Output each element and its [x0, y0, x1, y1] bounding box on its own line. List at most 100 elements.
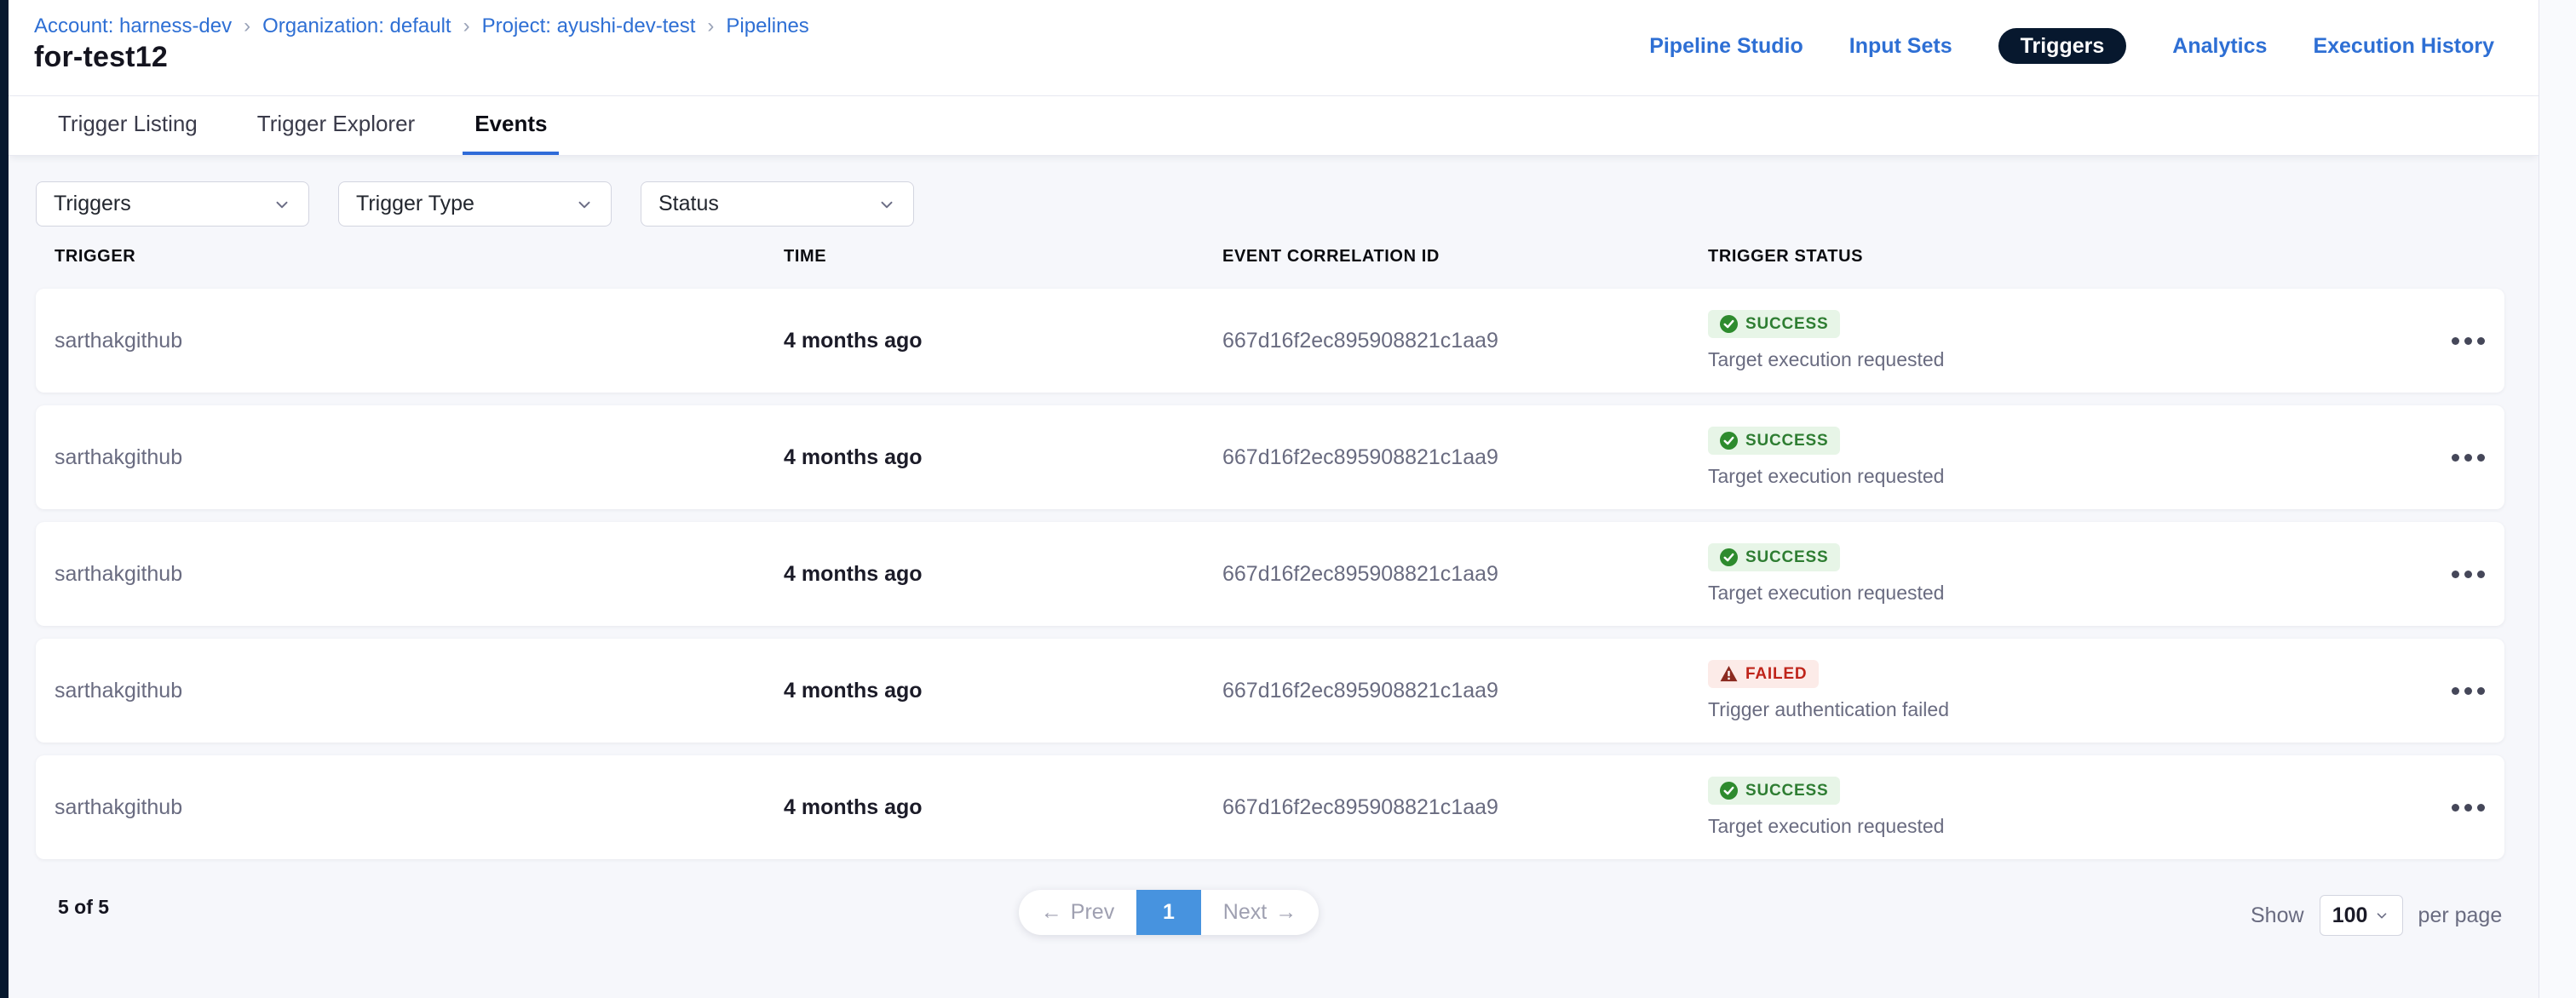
column-header-trigger-status: TRIGGER STATUS	[1708, 247, 2431, 267]
event-correlation-id: 667d16f2ec895908821c1aa9	[1222, 445, 1708, 470]
trigger-name: sarthakgithub	[55, 795, 784, 820]
trigger-status-cell: SUCCESS Target execution requested	[1708, 427, 2431, 488]
ellipsis-icon	[2452, 337, 2459, 345]
nav-input-sets[interactable]: Input Sets	[1849, 28, 1952, 64]
scrollbar-gutter[interactable]	[2539, 0, 2576, 998]
ellipsis-icon	[2477, 337, 2485, 345]
status-message: Target execution requested	[1708, 582, 1944, 605]
event-correlation-id: 667d16f2ec895908821c1aa9	[1222, 795, 1708, 820]
chevron-down-icon	[2374, 908, 2389, 923]
trigger-name: sarthakgithub	[55, 329, 784, 353]
tab-events[interactable]: Events	[463, 96, 559, 155]
breadcrumb-account-link[interactable]: Account: harness-dev	[34, 14, 232, 38]
breadcrumb: Account: harness-dev › Organization: def…	[34, 14, 809, 38]
events-table-body: sarthakgithub 4 months ago 667d16f2ec895…	[36, 289, 2504, 872]
row-actions-menu-button[interactable]	[2431, 289, 2504, 393]
ellipsis-icon	[2452, 804, 2459, 812]
ellipsis-icon	[2477, 804, 2485, 812]
status-badge: SUCCESS	[1708, 427, 1840, 455]
ellipsis-icon	[2452, 687, 2459, 695]
triggers-filter-label: Triggers	[54, 192, 131, 216]
event-time: 4 months ago	[784, 445, 1222, 470]
trigger-tabs: Trigger Listing Trigger Explorer Events	[9, 96, 2539, 156]
status-label: SUCCESS	[1745, 548, 1828, 567]
trigger-status-cell: SUCCESS Target execution requested	[1708, 543, 2431, 605]
success-check-icon	[1720, 432, 1738, 450]
nav-triggers[interactable]: Triggers	[1998, 28, 2127, 64]
tab-trigger-listing[interactable]: Trigger Listing	[46, 96, 210, 155]
left-nav-edge	[0, 0, 9, 998]
row-actions-menu-button[interactable]	[2431, 405, 2504, 509]
chevron-down-icon	[575, 195, 594, 214]
ellipsis-icon	[2477, 571, 2485, 578]
results-count: 5 of 5	[58, 896, 109, 919]
breadcrumb-separator: ›	[707, 14, 714, 38]
events-table-header: TRIGGER TIME EVENT CORRELATION ID TRIGGE…	[36, 244, 2504, 269]
status-label: FAILED	[1745, 665, 1807, 684]
event-correlation-id: 667d16f2ec895908821c1aa9	[1222, 679, 1708, 703]
prev-page-button[interactable]: ← Prev	[1019, 890, 1136, 935]
ellipsis-icon	[2464, 454, 2472, 462]
show-label: Show	[2251, 903, 2304, 928]
tab-trigger-explorer[interactable]: Trigger Explorer	[245, 96, 427, 155]
event-time: 4 months ago	[784, 795, 1222, 820]
ellipsis-icon	[2464, 571, 2472, 578]
event-time: 4 months ago	[784, 329, 1222, 353]
ellipsis-icon	[2452, 454, 2459, 462]
failed-warning-icon	[1720, 665, 1738, 683]
pagination: ← Prev 1 Next →	[1019, 890, 1319, 935]
event-row[interactable]: sarthakgithub 4 months ago 667d16f2ec895…	[36, 289, 2504, 393]
event-time: 4 months ago	[784, 562, 1222, 587]
ellipsis-icon	[2464, 804, 2472, 812]
column-header-time: TIME	[784, 247, 1222, 267]
status-label: SUCCESS	[1745, 782, 1828, 800]
ellipsis-icon	[2464, 687, 2472, 695]
row-actions-menu-button[interactable]	[2431, 639, 2504, 743]
trigger-name: sarthakgithub	[55, 562, 784, 587]
nav-pipeline-studio[interactable]: Pipeline Studio	[1649, 28, 1803, 64]
chevron-down-icon	[877, 195, 896, 214]
ellipsis-icon	[2464, 337, 2472, 345]
arrow-left-icon: ←	[1041, 900, 1062, 925]
next-page-button[interactable]: Next →	[1201, 890, 1319, 935]
event-filters: Triggers Trigger Type Status	[36, 181, 914, 227]
page-header: Account: harness-dev › Organization: def…	[9, 0, 2539, 96]
status-message: Target execution requested	[1708, 815, 1944, 838]
row-actions-menu-button[interactable]	[2431, 755, 2504, 859]
page-size-value: 100	[2332, 903, 2368, 928]
nav-analytics[interactable]: Analytics	[2172, 28, 2267, 64]
page-size-dropdown[interactable]: 100	[2320, 895, 2403, 936]
page-title: for-test12	[34, 41, 168, 74]
breadcrumb-separator: ›	[463, 14, 470, 38]
event-row[interactable]: sarthakgithub 4 months ago 667d16f2ec895…	[36, 522, 2504, 626]
status-message: Target execution requested	[1708, 465, 1944, 488]
event-row[interactable]: sarthakgithub 4 months ago 667d16f2ec895…	[36, 755, 2504, 859]
row-actions-menu-button[interactable]	[2431, 522, 2504, 626]
status-badge: SUCCESS	[1708, 543, 1840, 571]
event-row[interactable]: sarthakgithub 4 months ago 667d16f2ec895…	[36, 639, 2504, 743]
prev-label: Prev	[1071, 900, 1114, 925]
status-label: SUCCESS	[1745, 315, 1828, 334]
success-check-icon	[1720, 315, 1738, 333]
breadcrumb-separator: ›	[244, 14, 250, 38]
breadcrumb-pipelines-link[interactable]: Pipelines	[726, 14, 808, 38]
column-header-trigger: TRIGGER	[55, 247, 784, 267]
trigger-status-cell: SUCCESS Target execution requested	[1708, 777, 2431, 838]
success-check-icon	[1720, 782, 1738, 800]
trigger-name: sarthakgithub	[55, 445, 784, 470]
event-correlation-id: 667d16f2ec895908821c1aa9	[1222, 562, 1708, 587]
breadcrumb-organization-link[interactable]: Organization: default	[262, 14, 451, 38]
nav-execution-history[interactable]: Execution History	[2313, 28, 2494, 64]
breadcrumb-project-link[interactable]: Project: ayushi-dev-test	[482, 14, 696, 38]
trigger-type-filter-label: Trigger Type	[356, 192, 474, 216]
page-size-control: Show 100 per page	[2251, 893, 2502, 938]
triggers-filter-dropdown[interactable]: Triggers	[36, 181, 309, 227]
next-label: Next	[1223, 900, 1267, 925]
ellipsis-icon	[2477, 454, 2485, 462]
current-page-button[interactable]: 1	[1136, 890, 1201, 935]
event-row[interactable]: sarthakgithub 4 months ago 667d16f2ec895…	[36, 405, 2504, 509]
trigger-type-filter-dropdown[interactable]: Trigger Type	[338, 181, 612, 227]
status-message: Trigger authentication failed	[1708, 698, 1949, 721]
arrow-right-icon: →	[1275, 900, 1297, 925]
status-filter-dropdown[interactable]: Status	[641, 181, 914, 227]
